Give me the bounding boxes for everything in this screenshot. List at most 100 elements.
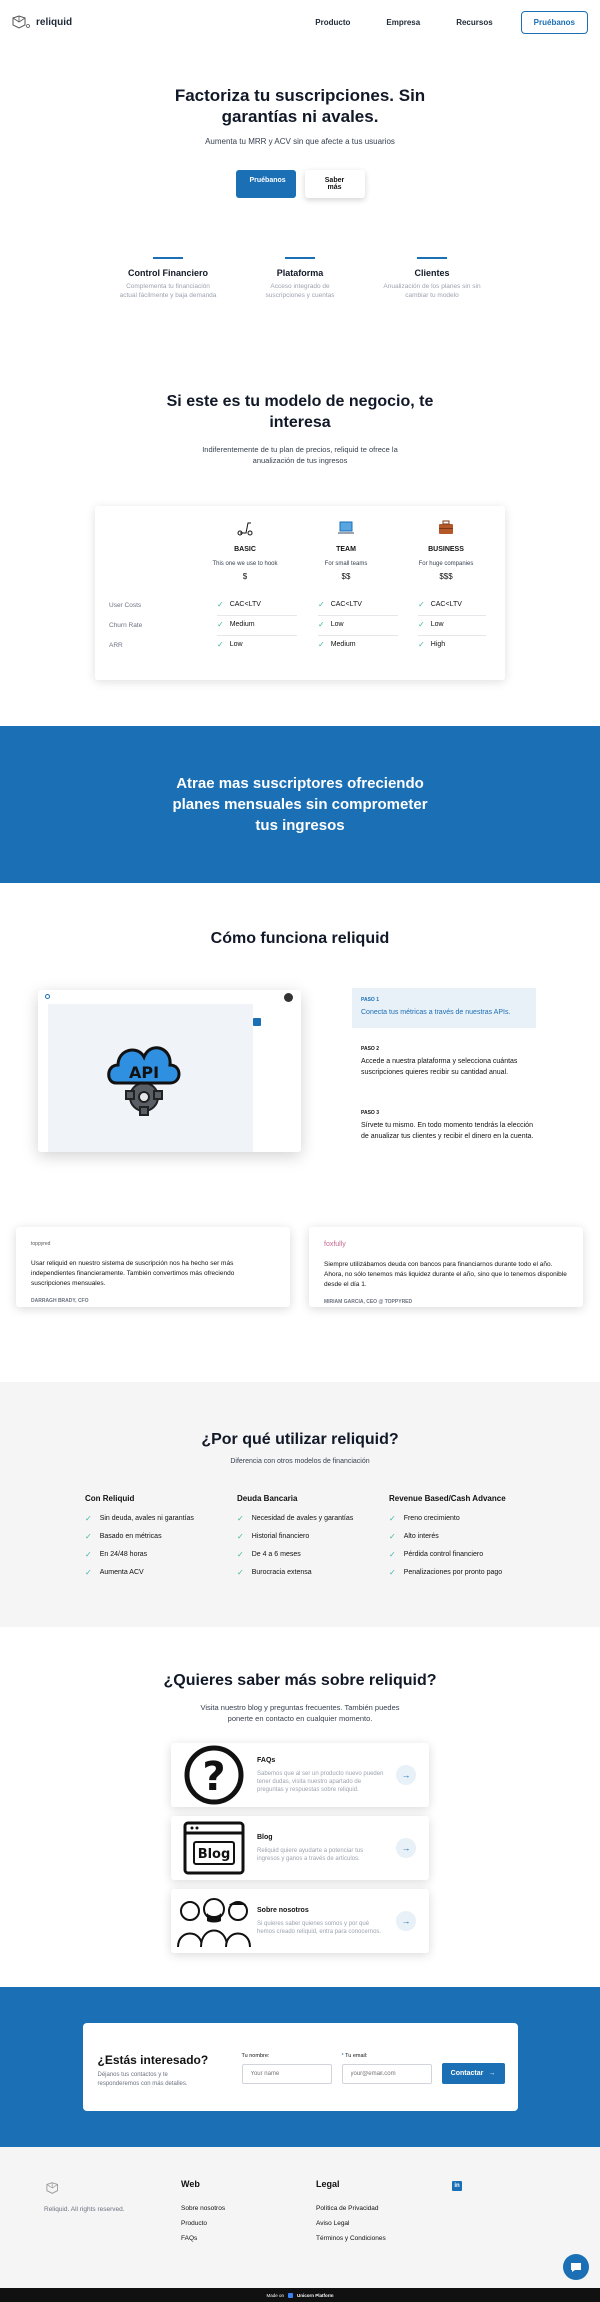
contact-desc: Déjanos tus contactos y te responderemos… <box>97 2072 188 2087</box>
pricing-row-churn-rate: Churn Rate ✓ Medium ✓ Low ✓ Low <box>109 616 491 636</box>
logo-icon <box>12 15 30 29</box>
about-us-card[interactable]: Sobre nosotros Si quieres saber quienes … <box>171 1889 429 1953</box>
unicorn-icon <box>288 2292 293 2298</box>
more-subtitle: Visita nuestro blog y preguntas frecuent… <box>200 1703 400 1723</box>
mock-panel-icon <box>253 1018 261 1026</box>
cell-value: Medium <box>229 621 255 628</box>
email-input[interactable] <box>341 2064 432 2084</box>
nav-link-recursos[interactable]: Recursos <box>456 18 492 27</box>
cell-value: High <box>430 641 446 648</box>
testimonial-quote: Usar reliquid en nuestro sistema de susc… <box>31 1260 235 1287</box>
arrow-right-icon[interactable]: → <box>396 1765 416 1785</box>
contact-form: ¿Estás interesado? Déjanos tus contactos… <box>82 2023 518 2111</box>
step-text: Accede a nuestra plataforma y selecciona… <box>361 1058 518 1076</box>
plan-basic: BASIC This one we use to hook $ <box>200 518 290 581</box>
briefcase-icon <box>439 520 453 534</box>
check-icon: ✓ <box>418 600 425 609</box>
check-icon: ✓ <box>217 640 224 649</box>
plan-name: BUSINESS <box>428 546 464 553</box>
plan-price: $$$ <box>439 572 453 581</box>
more-title: ¿Quieres saber más sobre reliquid? <box>163 1672 437 1689</box>
feature-financial-control: Control Financiero Complementa tu financ… <box>118 257 218 300</box>
mock-sidebar <box>38 1004 48 1152</box>
nav-link-producto[interactable]: Producto <box>315 18 350 27</box>
svg-text:?: ? <box>202 1754 225 1800</box>
logo[interactable]: reliquid <box>10 13 72 31</box>
check-icon: ✓ <box>389 1550 396 1559</box>
feature-platform: Plataforma Acceso integrado de suscripci… <box>250 257 350 300</box>
faqs-card[interactable]: ? FAQs Sabemos que al ser un producto nu… <box>171 1743 429 1807</box>
footer-link[interactable]: Términos y Condiciones <box>316 2235 386 2242</box>
column-item: Aumenta ACV <box>99 1569 144 1576</box>
footer-link[interactable]: Política de Privacidad <box>316 2205 386 2212</box>
step-text: Sírvete tu mismo. En todo momento tendrá… <box>361 1122 534 1140</box>
testimonial-card: toppyred Usar reliquid en nuestro sistem… <box>16 1227 290 1307</box>
feature-bar <box>285 257 315 259</box>
check-icon: ✓ <box>389 1568 396 1577</box>
scooter-icon <box>237 522 253 536</box>
testimonial-card: foxfully Siempre utilizábamos deuda con … <box>309 1227 583 1307</box>
company-logo: foxfully <box>324 1241 346 1248</box>
step-2: PASO 2 Accede a nuestra plataforma y sel… <box>352 1046 536 1078</box>
top-nav: reliquid Producto Empresa Recursos Pruéb… <box>0 0 600 44</box>
check-icon: ✓ <box>85 1514 92 1523</box>
column-item: Sin deuda, avales ni garantías <box>99 1515 194 1522</box>
footer-link[interactable]: Sobre nosotros <box>181 2205 225 2212</box>
made-by-name[interactable]: Unicorn Platform <box>297 2293 334 2298</box>
model-title: Si este es tu modelo de negocio, te inte… <box>166 393 434 431</box>
comparison-column-revenue-based: Revenue Based/Cash Advance ✓ Freno crecim… <box>389 1494 529 1586</box>
footer-link[interactable]: Producto <box>181 2220 225 2227</box>
check-icon: ✓ <box>237 1550 244 1559</box>
nav-cta-button[interactable]: Pruébanos <box>520 10 588 34</box>
footer-rights: Reliquid. All rights reserved. <box>44 2206 125 2213</box>
pricing-row-user-costs: User Costs ✓ CAC<LTV ✓ CAC<LTV ✓ CAC<LTV <box>109 596 491 616</box>
card-title: Blog <box>257 1833 273 1841</box>
arrow-right-icon[interactable]: → <box>396 1911 416 1931</box>
check-icon: ✓ <box>318 600 325 609</box>
name-field: Tu nombre: <box>241 2053 332 2084</box>
value-banner: Atrae mas suscriptores ofreciendo planes… <box>0 726 600 883</box>
hero-subtitle: Aumenta tu MRR y ACV sin que afecte a tu… <box>205 137 395 146</box>
check-icon: ✓ <box>389 1514 396 1523</box>
email-label: Tu email: <box>345 2053 368 2059</box>
check-icon: ✓ <box>237 1532 244 1541</box>
card-desc: Reliquid quiere ayudarte a potenciar tus… <box>257 1847 364 1862</box>
hero-title: Factoriza tu suscripciones. Sin garantía… <box>174 86 426 126</box>
footer-col-title: Legal <box>316 2179 340 2189</box>
cell-value: CAC<LTV <box>229 601 261 608</box>
check-icon: ✓ <box>237 1568 244 1577</box>
nav-link-empresa[interactable]: Empresa <box>386 18 420 27</box>
step-3: PASO 3 Sírvete tu mismo. En todo momento… <box>352 1110 536 1142</box>
cell-value: Low <box>430 621 444 628</box>
contact-button[interactable]: Contactar → <box>441 2063 505 2084</box>
learn-more-button[interactable]: Saber más <box>304 170 365 198</box>
why-section: ¿Por qué utilizar reliquid? Diferencia c… <box>0 1382 600 1627</box>
chat-button[interactable] <box>563 2254 589 2280</box>
model-subtitle: Indiferentemente de tu plan de precios, … <box>202 445 398 465</box>
card-desc: Sabemos que al ser un producto nuevo pue… <box>257 1770 384 1793</box>
column-item: Historial financiero <box>251 1533 310 1540</box>
step-label: PASO 3 <box>361 1110 379 1116</box>
why-subtitle: Diferencia con otros modelos de financia… <box>230 1458 370 1465</box>
column-title: Revenue Based/Cash Advance <box>389 1494 506 1503</box>
footer-link[interactable]: FAQs <box>181 2235 225 2242</box>
feature-title: Control Financiero <box>127 268 208 278</box>
plan-desc: For small teams <box>324 561 368 567</box>
linkedin-icon[interactable]: in <box>452 2181 462 2191</box>
step-label: PASO 2 <box>361 1046 379 1052</box>
contact-section: ¿Estás interesado? Déjanos tus contactos… <box>0 1987 600 2147</box>
arrow-right-icon[interactable]: → <box>396 1838 416 1858</box>
pricing-table: BASIC This one we use to hook $ TEAM For… <box>95 506 505 680</box>
name-label: Tu nombre: <box>241 2053 270 2059</box>
footer-logo-icon <box>46 2182 58 2194</box>
plan-desc: This one we use to hook <box>212 561 278 567</box>
name-input[interactable] <box>241 2064 332 2084</box>
why-title: ¿Por qué utilizar reliquid? <box>201 1431 399 1448</box>
check-icon: ✓ <box>85 1550 92 1559</box>
try-button[interactable]: Pruébanos <box>235 170 296 198</box>
check-icon: ✓ <box>418 640 425 649</box>
team-icon <box>177 1898 251 1948</box>
chat-icon <box>571 2263 581 2272</box>
blog-card[interactable]: Blog Blog Reliquid quiere ayudarte a pot… <box>171 1816 429 1880</box>
footer-link[interactable]: Aviso Legal <box>316 2220 386 2227</box>
